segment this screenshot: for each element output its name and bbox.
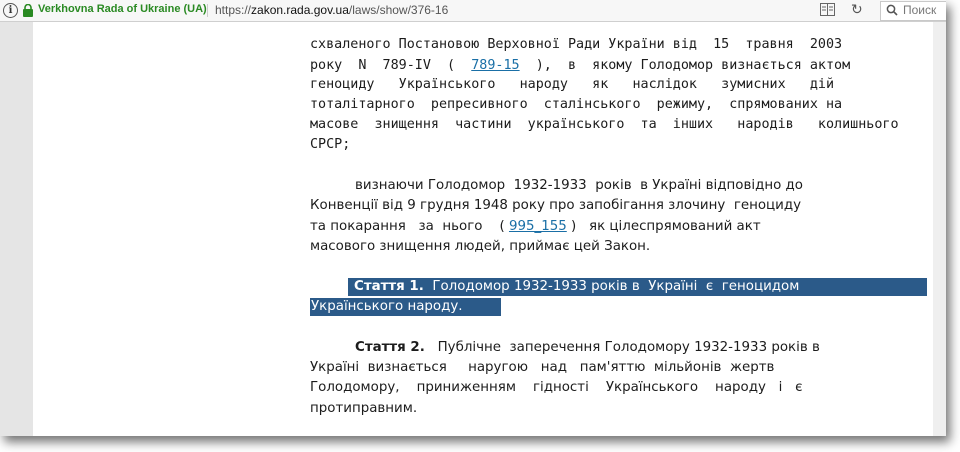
info-icon[interactable]: i [3, 3, 18, 18]
law-link-995-155[interactable]: 995_155 [509, 219, 567, 234]
url-scheme: https:// [215, 3, 252, 17]
search-box[interactable]: Поиск [880, 1, 946, 21]
text-line: геноциду Українського народу як наслідок… [310, 77, 835, 92]
text-fragment: ), в якому Голодомор визнається актом [519, 58, 851, 73]
browser-window: i Verkhovna Rada of Ukraine (UA) https:/… [0, 0, 946, 436]
text-fragment: Голодомор 1932-1933 років в Україні є ге… [432, 279, 800, 294]
article-1-line: Українського народу. [310, 298, 501, 316]
text-fragment: та покарання за нього ( [310, 219, 509, 234]
text-line: схваленого Постановою Верховної Ради Укр… [310, 37, 843, 52]
url-separator [207, 4, 208, 17]
text-line: масового знищення людей, приймає цей Зак… [310, 239, 651, 254]
text-line: Голодомору, приниженням гідності Українс… [310, 380, 803, 395]
site-identity[interactable]: Verkhovna Rada of Ukraine (UA) [38, 3, 207, 15]
text-fragment: року N 789-IV ( [310, 58, 472, 73]
article-1-heading: Стаття 1. Голодомор 1932-1933 років в Ук… [348, 278, 927, 296]
scrollbar-track[interactable] [933, 22, 946, 436]
text-line: масове знищення частини українського та … [310, 117, 899, 132]
text-line: року N 789-IV ( 789-15 ), в якому Голодо… [310, 57, 850, 75]
article-label: Стаття 1. [354, 279, 424, 294]
search-icon [886, 4, 898, 16]
law-link-789-15[interactable]: 789-15 [471, 58, 519, 73]
text-line: Україні визнається наругою над пам'яттю … [310, 360, 775, 375]
text-line: Конвенції від 9 грудня 1948 року про зап… [310, 198, 802, 213]
text-fragment: Публічне заперечення Голодомору 1932-193… [437, 340, 820, 355]
text-line: тоталітарного репресивного сталінського … [310, 97, 843, 112]
article-2-heading: Стаття 2. Публічне заперечення Голодомор… [355, 339, 820, 357]
text-line: та покарання за нього ( 995_155 ) як ціл… [310, 218, 761, 236]
text-line: СРСР; [310, 137, 351, 152]
lock-icon [23, 4, 33, 17]
search-placeholder: Поиск [903, 3, 937, 17]
clipped-line [313, 15, 861, 33]
article-label: Стаття 2. [355, 340, 425, 355]
text-fragment: ) як цілеспрямований акт [566, 219, 761, 234]
law-text: схваленого Постановою Верховної Ради Укр… [33, 22, 933, 436]
left-margin [0, 22, 33, 436]
text-line: визнаючи Голодомор 1932-1933 років в Укр… [355, 178, 803, 193]
text-line: протиправним. [310, 401, 418, 416]
